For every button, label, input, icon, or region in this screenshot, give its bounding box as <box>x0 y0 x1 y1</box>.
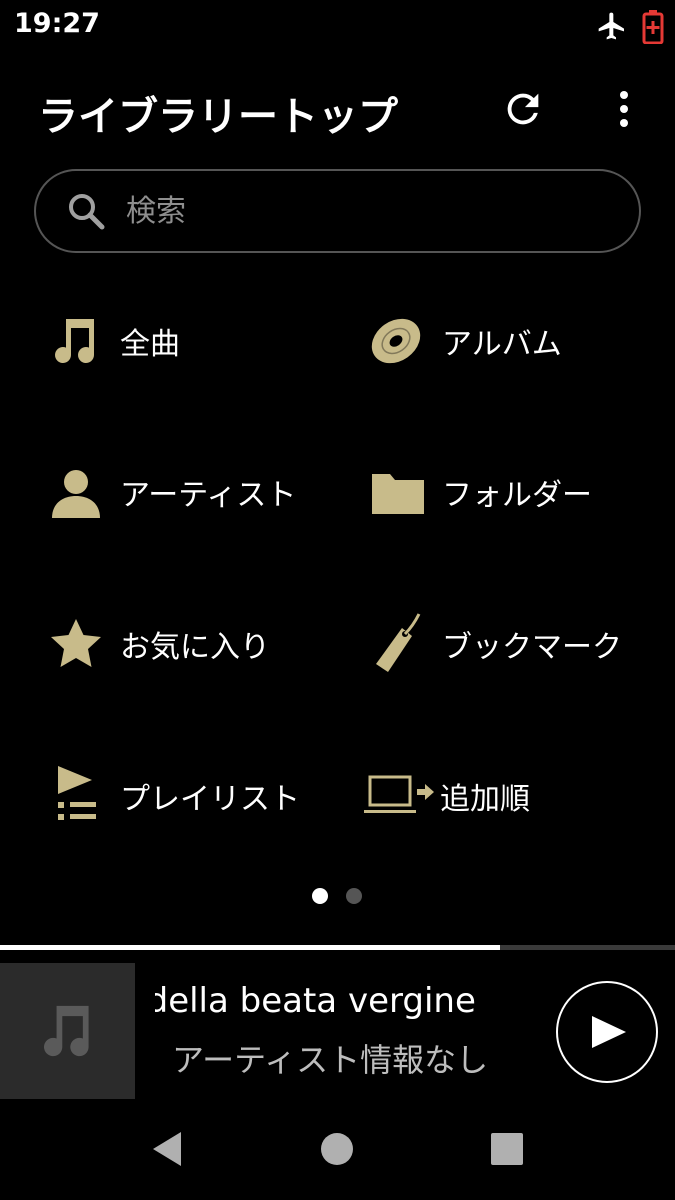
menu-item-label: プレイリスト <box>120 782 300 817</box>
menu-item-favorites[interactable]: お気に入り <box>40 596 360 686</box>
menu-item-label: 追加順 <box>440 782 530 817</box>
star-icon <box>51 619 101 667</box>
music-note-icon <box>55 319 95 364</box>
menu-item-recently-added[interactable]: 追加順 <box>360 748 675 838</box>
navigation-bar <box>0 1100 675 1200</box>
mini-player[interactable]: o della beata vergine アーティスト情報なし <box>0 963 675 1099</box>
album-art <box>0 963 135 1099</box>
page-dot-active[interactable] <box>312 888 328 904</box>
menu-item-all-songs[interactable]: 全曲 <box>40 293 360 383</box>
person-icon <box>52 470 100 518</box>
play-button[interactable] <box>556 981 658 1083</box>
menu-item-label: アルバム <box>442 327 562 362</box>
track-title-text: o della beata vergine <box>155 981 476 1021</box>
menu-item-albums[interactable]: アルバム <box>360 293 675 383</box>
page-dot[interactable] <box>346 888 362 904</box>
playlist-icon <box>58 766 96 820</box>
status-time: 19:27 <box>14 8 100 39</box>
play-icon <box>592 1016 626 1048</box>
menu-item-label: フォルダー <box>442 478 592 513</box>
playback-progress-fill <box>0 945 500 950</box>
airplane-icon <box>598 12 624 40</box>
playback-progress[interactable] <box>0 945 675 950</box>
refresh-icon[interactable] <box>500 86 546 132</box>
disc-icon <box>371 318 421 364</box>
page-title: ライブラリートップ <box>38 94 398 140</box>
home-icon[interactable] <box>312 1124 362 1174</box>
menu-item-playlists[interactable]: プレイリスト <box>40 748 360 838</box>
battery-icon <box>642 10 664 44</box>
back-icon[interactable] <box>143 1124 193 1174</box>
search-icon <box>69 194 105 230</box>
track-artist: アーティスト情報なし <box>172 1041 489 1079</box>
menu-item-artists[interactable]: アーティスト <box>40 444 360 534</box>
search-box[interactable] <box>34 169 641 253</box>
menu-item-label: 全曲 <box>120 327 180 362</box>
recents-icon[interactable] <box>482 1124 532 1174</box>
page-indicator <box>312 888 372 904</box>
tag-icon <box>376 613 421 672</box>
laptop-import-icon <box>364 775 434 813</box>
folder-icon <box>372 474 424 514</box>
status-bar: 19:27 <box>0 0 675 52</box>
search-input[interactable] <box>126 185 606 237</box>
music-note-icon <box>44 1005 89 1057</box>
menu-item-label: ブックマーク <box>442 630 622 665</box>
more-vert-icon[interactable] <box>606 86 642 132</box>
track-title: o della beata vergine <box>155 981 525 1021</box>
menu-item-label: お気に入り <box>120 630 270 665</box>
menu-item-bookmarks[interactable]: ブックマーク <box>360 596 675 686</box>
menu-item-label: アーティスト <box>120 478 297 513</box>
menu-item-folders[interactable]: フォルダー <box>360 444 675 534</box>
